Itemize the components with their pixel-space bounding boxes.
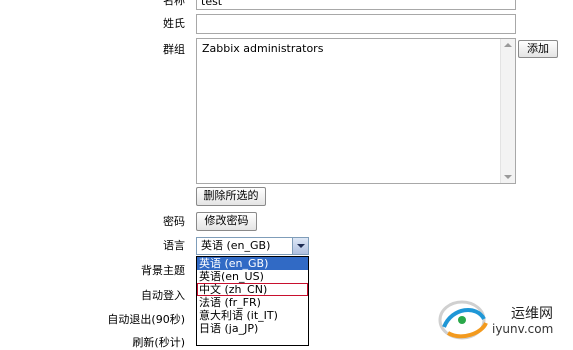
add-group-button[interactable]: 添加 [518,40,558,58]
remove-selected-button[interactable]: 删除所选的 [196,187,266,206]
watermark-text-url: iyunv.com [492,322,554,336]
language-option[interactable]: 法语 (fr_FR) [197,296,308,309]
theme-label: 背景主题 [141,264,185,277]
language-select[interactable]: 英语 (en_GB) [196,237,309,255]
change-password-button[interactable]: 修改密码 [196,212,257,231]
groups-label: 群组 [163,43,185,56]
language-option[interactable]: 英语 (en_GB) [197,257,308,270]
language-option[interactable]: 中文 (zh_CN) [197,283,308,296]
name-input[interactable]: test [196,0,516,10]
autologin-label: 自动登入 [141,289,185,302]
watermark-text-cn: 运维网 [511,306,553,322]
autologout-label: 自动退出(90秒) [107,313,185,326]
language-label: 语言 [163,239,185,252]
watermark-logo: 运维网 iyunv.com [432,297,573,344]
password-label: 密码 [163,215,185,228]
surname-label: 姓氏 [163,17,185,30]
language-option[interactable]: 英语(en_US) [197,270,308,283]
group-item[interactable]: Zabbix administrators [197,39,515,58]
name-label: 名称 [163,0,185,7]
groups-scrollbar[interactable] [500,39,515,183]
dropdown-arrow-icon[interactable] [292,238,308,254]
language-dropdown-list[interactable]: 英语 (en_GB) 英语(en_US) 中文 (zh_CN) 法语 (fr_F… [196,256,309,346]
surname-input[interactable] [196,14,516,34]
refresh-label: 刷新(秒计) [132,336,185,349]
language-selected-value: 英语 (en_GB) [201,239,271,252]
groups-listbox[interactable]: Zabbix administrators [196,38,516,184]
scroll-down-icon[interactable] [504,175,512,179]
language-option[interactable]: 日语 (ja_JP) [197,322,308,335]
language-option[interactable]: 意大利语 (it_IT) [197,309,308,322]
scroll-up-icon[interactable] [504,43,512,47]
